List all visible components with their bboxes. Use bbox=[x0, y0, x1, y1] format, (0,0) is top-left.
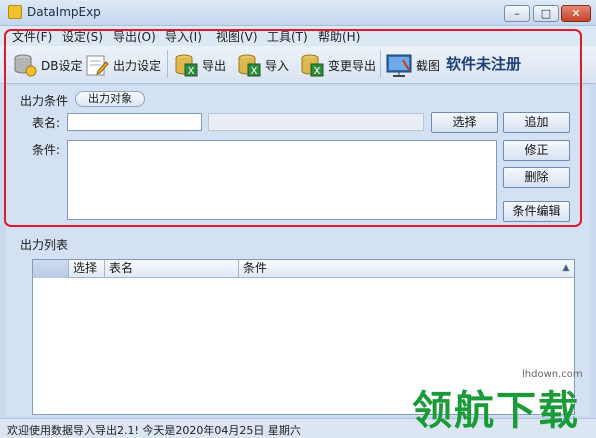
change-export-label: 变更导出 bbox=[328, 58, 377, 73]
condition-textarea[interactable] bbox=[67, 140, 497, 220]
maximize-button[interactable]: □ bbox=[533, 5, 559, 22]
window-title: DataImpExp bbox=[27, 5, 101, 19]
menu-tools[interactable]: 工具(T) bbox=[267, 28, 308, 45]
menu-settings[interactable]: 设定(S) bbox=[62, 28, 103, 45]
grid-header: 选择 表名 条件 ▲ bbox=[33, 260, 574, 278]
close-button[interactable]: ✕ bbox=[561, 5, 591, 22]
import-button[interactable]: X 导入 bbox=[236, 49, 289, 81]
output-setting-button[interactable]: 出力设定 bbox=[84, 49, 161, 81]
svg-text:X: X bbox=[314, 66, 321, 77]
app-icon bbox=[8, 5, 22, 19]
output-list-group-label: 出力列表 bbox=[20, 238, 69, 252]
db-setting-button[interactable]: DB设定 bbox=[12, 49, 82, 81]
column-header-table-name[interactable]: 表名 bbox=[105, 260, 239, 278]
grid-corner bbox=[33, 260, 69, 278]
menu-export[interactable]: 导出(O) bbox=[113, 28, 156, 45]
toolbar-separator bbox=[167, 50, 168, 78]
scroll-up-icon[interactable]: ▲ bbox=[559, 261, 573, 275]
import-excel-icon: X bbox=[236, 52, 262, 78]
menu-import[interactable]: 导入(I) bbox=[165, 28, 202, 45]
condition-label: 条件: bbox=[32, 143, 61, 157]
menu-file[interactable]: 文件(F) bbox=[12, 28, 52, 45]
watermark-brand: 领航下载 bbox=[412, 388, 580, 434]
export-excel-icon: X bbox=[173, 52, 199, 78]
delete-button[interactable]: 删除 bbox=[503, 167, 570, 188]
title-bar: DataImpExp – □ ✕ bbox=[0, 0, 596, 26]
database-icon bbox=[12, 52, 38, 78]
export-label: 导出 bbox=[202, 58, 227, 73]
export-button[interactable]: X 导出 bbox=[173, 49, 226, 81]
svg-text:X: X bbox=[251, 66, 258, 77]
table-name-display bbox=[208, 113, 424, 131]
menu-bar: 文件(F) 设定(S) 导出(O) 导入(I) 视图(V) 工具(T) 帮助(H… bbox=[0, 26, 596, 46]
tab-output-target[interactable]: 出力对象 bbox=[75, 91, 145, 107]
modify-button[interactable]: 修正 bbox=[503, 140, 570, 161]
table-name-input[interactable] bbox=[67, 113, 202, 131]
menu-view[interactable]: 视图(V) bbox=[216, 28, 258, 45]
column-header-condition[interactable]: 条件 bbox=[239, 260, 557, 278]
screenshot-label: 截图 bbox=[416, 58, 441, 73]
screenshot-icon bbox=[385, 52, 413, 78]
import-label: 导入 bbox=[265, 58, 290, 73]
change-export-button[interactable]: X 变更导出 bbox=[299, 49, 376, 81]
select-button[interactable]: 选择 bbox=[431, 112, 498, 133]
edit-condition-button[interactable]: 条件编辑 bbox=[503, 201, 570, 222]
output-condition-group-label: 出力条件 bbox=[20, 94, 69, 108]
edit-document-icon bbox=[84, 52, 110, 78]
toolbar-separator bbox=[380, 50, 381, 78]
svg-text:X: X bbox=[188, 66, 195, 77]
output-setting-label: 出力设定 bbox=[113, 58, 162, 73]
change-export-icon: X bbox=[299, 52, 325, 78]
status-text: 欢迎使用数据导入导出2.1! 今天是2020年04月25日 星期六 bbox=[7, 424, 301, 437]
table-name-label: 表名: bbox=[32, 116, 61, 130]
unregistered-notice: 软件未注册 bbox=[446, 55, 522, 73]
minimize-button[interactable]: – bbox=[504, 5, 530, 22]
screenshot-button[interactable]: 截图 bbox=[385, 49, 440, 81]
add-button[interactable]: 追加 bbox=[503, 112, 570, 133]
column-header-select[interactable]: 选择 bbox=[69, 260, 105, 278]
db-setting-label: DB设定 bbox=[41, 58, 83, 73]
menu-help[interactable]: 帮助(H) bbox=[318, 28, 360, 45]
